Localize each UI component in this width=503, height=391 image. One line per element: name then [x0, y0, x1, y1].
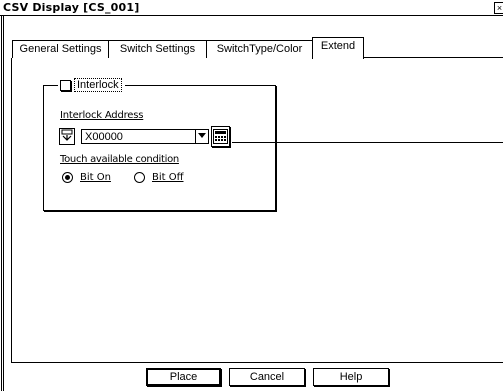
radio-bit-off[interactable]: Bit Off — [134, 172, 184, 183]
touch-condition-label: Touch available condition — [60, 154, 179, 165]
radio-bit-on-label: Bit On — [80, 172, 111, 183]
window-border-inner — [3, 15, 4, 391]
radio-bit-on[interactable]: Bit On — [62, 172, 111, 183]
cancel-button[interactable]: Cancel — [229, 368, 305, 386]
window-border — [1, 15, 2, 391]
tab-switch-settings[interactable]: Switch Settings — [108, 40, 207, 58]
panel-border-bottom — [11, 362, 503, 363]
keypad-icon[interactable] — [211, 126, 230, 147]
radio-selected-icon[interactable] — [62, 172, 73, 183]
panel-border-left — [11, 58, 12, 362]
place-button[interactable]: Place — [146, 368, 221, 386]
interlock-address-label: Interlock Address — [60, 110, 144, 121]
radio-unselected-icon[interactable] — [134, 172, 145, 183]
interlock-label: Interlock — [74, 78, 122, 92]
tab-general-settings[interactable]: General Settings — [12, 40, 109, 58]
title-bar: CSV Display [CS_001] × — [0, 0, 503, 16]
tab-switchtype-color[interactable]: SwitchType/Color — [206, 40, 313, 58]
interlock-address-input[interactable]: X00000 — [81, 129, 195, 144]
radio-bit-off-label: Bit Off — [152, 172, 184, 183]
interlock-toggle[interactable]: Interlock — [58, 78, 125, 92]
address-type-icon[interactable] — [59, 128, 75, 145]
close-icon[interactable]: × — [494, 2, 503, 14]
callout-line — [232, 142, 503, 143]
interlock-checkbox[interactable] — [60, 79, 71, 91]
window-title: CSV Display [CS_001] — [3, 1, 140, 14]
interlock-group — [43, 85, 276, 211]
tab-extend[interactable]: Extend — [312, 37, 364, 59]
help-button[interactable]: Help — [313, 368, 389, 386]
chevron-down-icon[interactable] — [195, 129, 209, 144]
